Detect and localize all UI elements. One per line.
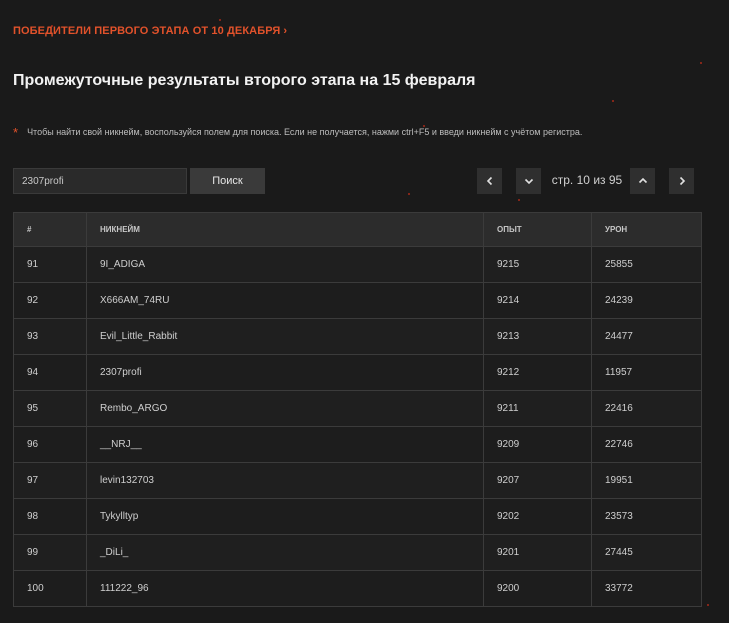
table-row: 97 levin132703 9207 19951 (13, 462, 702, 499)
experience-cell: 9207 (483, 462, 592, 499)
table-row: 100 111222_96 9200 33772 (13, 570, 702, 607)
damage-cell: 19951 (591, 462, 702, 499)
prev-page-button[interactable] (477, 168, 502, 194)
rank-cell: 92 (13, 282, 87, 319)
chevron-up-icon (638, 177, 647, 184)
rank-cell: 99 (13, 534, 87, 571)
damage-cell: 25855 (591, 246, 702, 283)
nickname-cell: Tykylltyp (86, 498, 484, 535)
nickname-cell: 9I_ADIGA (86, 246, 484, 283)
column-header-rank: # (13, 212, 87, 247)
asterisk-icon: * (13, 125, 19, 140)
winners-first-stage-link[interactable]: ПОБЕДИТЕЛИ ПЕРВОГО ЭТАПА ОТ 10 ДЕКАБРЯ › (13, 25, 287, 37)
experience-cell: 9213 (483, 318, 592, 355)
chevron-down-icon (524, 178, 533, 185)
current-page: 10 (576, 173, 590, 187)
search-hint: * Чтобы найти свой никнейм, воспользуйся … (13, 123, 583, 140)
table-row: 94 2307profi 9212 11957 (13, 354, 702, 391)
experience-cell: 9211 (483, 390, 592, 427)
rank-cell: 91 (13, 246, 87, 283)
column-header-experience: ОПЫТ (483, 212, 592, 247)
rank-cell: 98 (13, 498, 87, 535)
rank-cell: 100 (13, 570, 87, 607)
table-header-row: # НИКНЕЙМ ОПЫТ УРОН (13, 212, 702, 247)
nickname-cell: 111222_96 (86, 570, 484, 607)
rank-cell: 96 (13, 426, 87, 463)
page-title: Промежуточные результаты второго этапа н… (13, 72, 476, 89)
damage-cell: 23573 (591, 498, 702, 535)
page-prefix: стр. (551, 173, 574, 187)
damage-cell: 24239 (591, 282, 702, 319)
nickname-cell: Rembo_ARGO (86, 390, 484, 427)
experience-cell: 9212 (483, 354, 592, 391)
table-row: 93 Evil_Little_Rabbit 9213 24477 (13, 318, 702, 355)
table-row: 92 X666AM_74RU 9214 24239 (13, 282, 702, 319)
nickname-cell: 2307profi (86, 354, 484, 391)
experience-cell: 9202 (483, 498, 592, 535)
nickname-cell: _DiLi_ (86, 534, 484, 571)
search-hint-text: Чтобы найти свой никнейм, воспользуйся п… (27, 127, 583, 137)
results-table: # НИКНЕЙМ ОПЫТ УРОН 91 9I_ADIGA 9215 25855 9… (13, 212, 702, 607)
rank-cell: 93 (13, 318, 87, 355)
total-pages: 95 (608, 173, 623, 187)
spark-particle (408, 193, 411, 196)
page-separator: из (593, 173, 606, 187)
column-header-damage: УРОН (591, 212, 702, 247)
page-down-button[interactable] (516, 168, 541, 194)
search-button[interactable]: Поиск (190, 168, 265, 194)
experience-cell: 9201 (483, 534, 592, 571)
spark-particle (218, 18, 221, 21)
table-row: 98 Tykylltyp 9202 23573 (13, 498, 702, 535)
experience-cell: 9200 (483, 570, 592, 607)
page-up-button[interactable] (630, 168, 655, 194)
rank-cell: 97 (13, 462, 87, 499)
experience-cell: 9214 (483, 282, 592, 319)
nickname-cell: Evil_Little_Rabbit (86, 318, 484, 355)
nickname-cell: X666AM_74RU (86, 282, 484, 319)
chevron-right-icon (679, 176, 685, 186)
experience-cell: 9209 (483, 426, 592, 463)
experience-cell: 9215 (483, 246, 592, 283)
table-row: 95 Rembo_ARGO 9211 22416 (13, 390, 702, 427)
damage-cell: 11957 (591, 354, 702, 391)
table-row: 91 9I_ADIGA 9215 25855 (13, 246, 702, 283)
spark-particle (699, 62, 702, 65)
chevron-left-icon (486, 176, 492, 186)
damage-cell: 27445 (591, 534, 702, 571)
spark-particle (517, 199, 520, 202)
next-page-button[interactable] (669, 168, 694, 194)
damage-cell: 33772 (591, 570, 702, 607)
page-indicator: стр. 10 из 95 (549, 173, 625, 187)
damage-cell: 22416 (591, 390, 702, 427)
nickname-cell: levin132703 (86, 462, 484, 499)
nickname-cell: __NRJ__ (86, 426, 484, 463)
winners-link-label: ПОБЕДИТЕЛИ ПЕРВОГО ЭТАПА ОТ 10 ДЕКАБРЯ (13, 25, 281, 37)
spark-particle (612, 99, 615, 102)
damage-cell: 22746 (591, 426, 702, 463)
damage-cell: 24477 (591, 318, 702, 355)
rank-cell: 95 (13, 390, 87, 427)
spark-particle (707, 604, 710, 607)
chevron-right-icon: › (283, 25, 288, 37)
column-header-nickname: НИКНЕЙМ (86, 212, 484, 247)
rank-cell: 94 (13, 354, 87, 391)
table-row: 99 _DiLi_ 9201 27445 (13, 534, 702, 571)
table-row: 96 __NRJ__ 9209 22746 (13, 426, 702, 463)
nickname-search-input[interactable] (13, 168, 187, 194)
